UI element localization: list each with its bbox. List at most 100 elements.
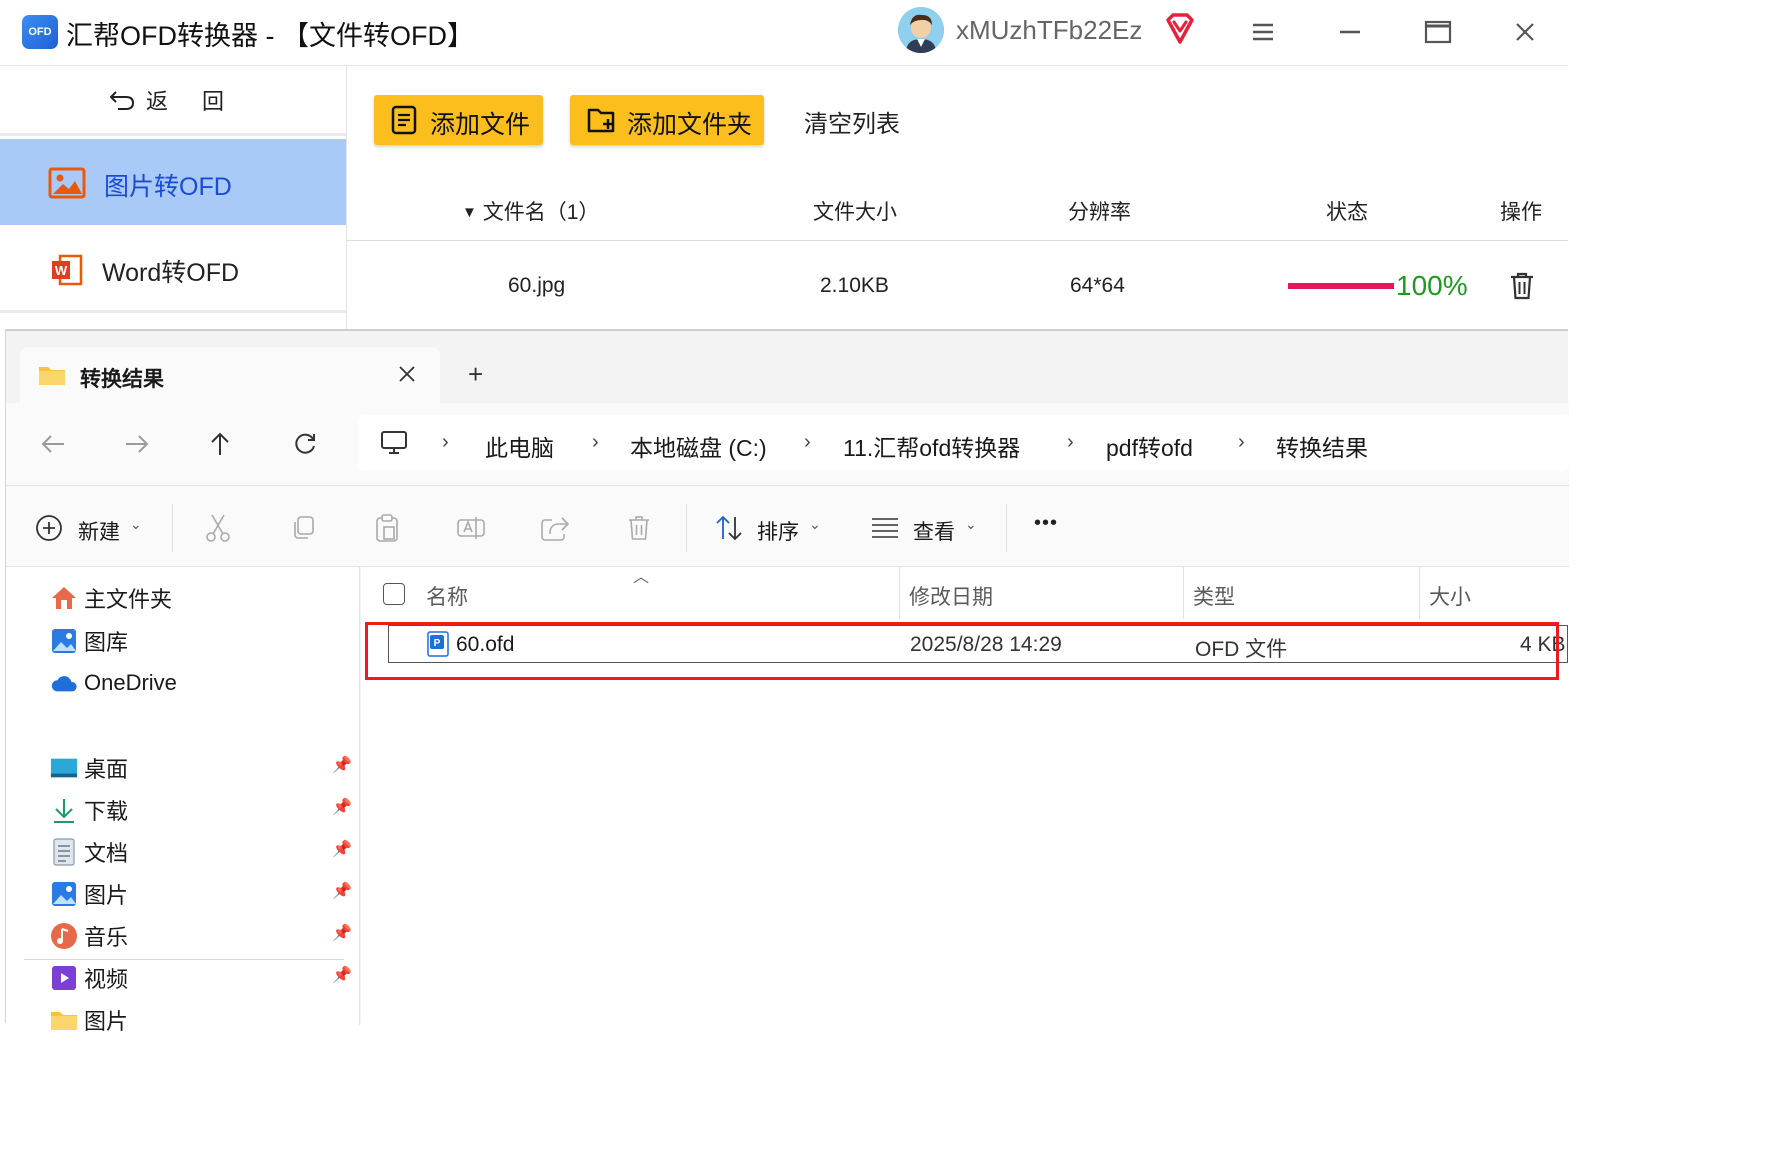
progress-bar	[1288, 283, 1394, 289]
svg-text:W: W	[55, 263, 68, 278]
add-folder-icon	[586, 105, 618, 142]
copy-icon[interactable]	[288, 513, 318, 543]
back-button[interactable]: 返 回	[0, 66, 346, 136]
view-button[interactable]: 查看	[913, 516, 955, 546]
video-icon	[50, 964, 78, 992]
nav-item-onedrive[interactable]: OneDrive	[50, 666, 177, 700]
maximize-icon[interactable]	[1422, 16, 1454, 48]
breadcrumb-item[interactable]: 11.汇帮ofd转换器	[843, 429, 1020, 463]
breadcrumb-item[interactable]: 转换结果	[1276, 429, 1368, 463]
paste-icon[interactable]	[372, 513, 402, 543]
pin-icon[interactable]: 📌	[332, 797, 352, 817]
back-arrow-icon[interactable]	[36, 427, 70, 461]
vip-diamond-icon[interactable]	[1163, 12, 1197, 46]
forward-arrow-icon[interactable]	[120, 427, 154, 461]
col-filename-header[interactable]: ▼ 文件名（1）	[462, 196, 599, 226]
pin-icon[interactable]: 📌	[332, 755, 352, 775]
pin-icon[interactable]: 📌	[332, 965, 352, 985]
refresh-icon[interactable]	[288, 427, 322, 461]
breadcrumb-item[interactable]: 本地磁盘 (C:)	[630, 429, 767, 463]
col-name-header[interactable]: 名称	[426, 581, 468, 611]
nav-item-music[interactable]: 音乐	[50, 919, 128, 953]
add-folder-label: 添加文件夹	[627, 111, 753, 139]
nav-item-home[interactable]: 主文件夹	[50, 581, 172, 615]
minimize-icon[interactable]	[1334, 16, 1366, 48]
share-icon[interactable]	[540, 513, 570, 543]
tab-title: 转换结果	[80, 368, 164, 391]
home-icon	[50, 584, 78, 612]
nav-label: 下载	[84, 799, 129, 824]
sort-icon[interactable]	[714, 513, 744, 543]
chevron-down-icon: ⌄	[965, 516, 977, 532]
pin-icon[interactable]: 📌	[332, 839, 352, 859]
divider	[1183, 567, 1184, 619]
file-resolution-cell: 64*64	[1070, 274, 1125, 297]
desktop-icon	[50, 754, 78, 782]
add-file-label: 添加文件	[430, 111, 531, 139]
sidebar-item-image-to-ofd[interactable]: 图片转OFD	[0, 139, 346, 225]
sidebar-item-word-to-ofd[interactable]: W Word转OFD	[0, 225, 346, 313]
explorer-tab[interactable]: 转换结果	[20, 347, 440, 403]
file-name-cell: 60.jpg	[508, 274, 566, 297]
close-icon[interactable]	[1509, 16, 1541, 48]
chevron-right-icon: ›	[804, 431, 811, 453]
nav-item-desktop[interactable]: 桌面	[50, 751, 128, 785]
rename-icon[interactable]	[456, 513, 486, 543]
nav-item-folder[interactable]: 图片	[50, 1003, 128, 1037]
divider	[686, 504, 687, 552]
col-status-header: 状态	[1326, 201, 1368, 224]
file-list: 名称 ︿ 修改日期 类型 大小 P 60.ofd 2025/8/28 14:29…	[361, 567, 1569, 1025]
nav-item-documents[interactable]: 文档	[50, 835, 128, 869]
back-label: 返 回	[145, 88, 239, 114]
delete-icon[interactable]	[1508, 271, 1536, 306]
col-type-header[interactable]: 类型	[1193, 581, 1235, 611]
divider	[347, 240, 1568, 241]
nav-item-pictures[interactable]: 图片	[50, 877, 128, 911]
close-tab-icon[interactable]	[398, 365, 416, 388]
folder-icon	[38, 363, 66, 392]
cut-icon[interactable]	[203, 513, 233, 543]
nav-label: 图片	[84, 1009, 129, 1034]
new-tab-button[interactable]: +	[468, 359, 483, 390]
breadcrumb-item[interactable]: 此电脑	[485, 429, 554, 463]
explorer-navbar: › 此电脑 › 本地磁盘 (C:) › 11.汇帮ofd转换器 › pdf转of…	[6, 403, 1569, 485]
menu-icon[interactable]	[1247, 16, 1279, 48]
highlight-box	[365, 622, 1559, 680]
sort-button[interactable]: 排序	[757, 516, 799, 546]
more-options-icon[interactable]: •••	[1034, 512, 1058, 535]
new-icon[interactable]	[34, 513, 64, 543]
add-folder-button[interactable]: 添加文件夹	[570, 95, 764, 145]
computer-icon	[380, 430, 408, 461]
address-bar[interactable]: › 此电脑 › 本地磁盘 (C:) › 11.汇帮ofd转换器 › pdf转of…	[358, 415, 1569, 471]
divider	[1006, 504, 1007, 552]
add-file-button[interactable]: 添加文件	[374, 95, 543, 145]
select-all-checkbox[interactable]	[383, 583, 405, 605]
sort-up-icon: ︿	[633, 569, 650, 586]
pin-icon[interactable]: 📌	[332, 881, 352, 901]
chevron-right-icon: ›	[442, 431, 449, 453]
up-arrow-icon[interactable]	[203, 427, 237, 461]
breadcrumb-item[interactable]: pdf转ofd	[1106, 429, 1193, 463]
gallery-icon	[50, 627, 78, 655]
col-size-header[interactable]: 大小	[1429, 581, 1471, 611]
nav-item-gallery[interactable]: 图库	[50, 624, 128, 658]
nav-label: OneDrive	[84, 670, 177, 695]
nav-item-downloads[interactable]: 下载	[50, 793, 128, 827]
new-button[interactable]: 新建	[78, 516, 120, 546]
avatar[interactable]	[898, 7, 944, 53]
nav-label: 文档	[84, 841, 129, 866]
app-logo: OFD	[22, 15, 58, 49]
trash-icon[interactable]	[624, 513, 654, 543]
avatar-icon	[898, 7, 944, 53]
view-icon[interactable]	[870, 513, 900, 543]
clear-list-button[interactable]: 清空列表	[804, 104, 900, 139]
add-file-icon	[390, 105, 420, 142]
col-date-header[interactable]: 修改日期	[909, 581, 993, 611]
progress-percent: 100%	[1396, 270, 1468, 301]
nav-item-videos[interactable]: 视频	[50, 961, 128, 995]
download-icon	[50, 796, 78, 824]
username[interactable]: xMUzhTFb22Ez	[956, 15, 1142, 46]
pin-icon[interactable]: 📌	[332, 923, 352, 943]
chevron-right-icon: ›	[1067, 431, 1074, 453]
nav-label: 图库	[84, 630, 129, 655]
